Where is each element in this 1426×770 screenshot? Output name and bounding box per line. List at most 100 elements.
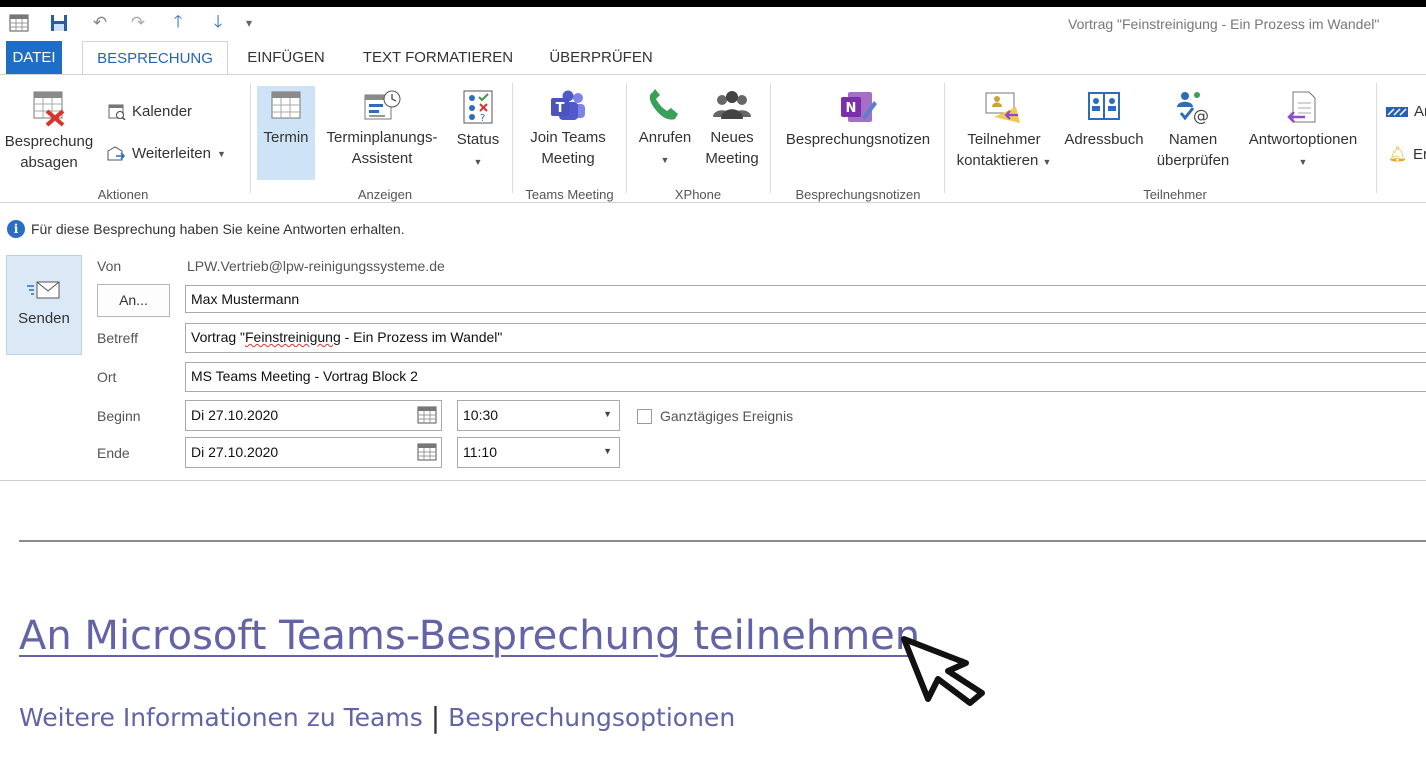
end-label: Ende: [97, 445, 130, 461]
customize-toolbar-icon[interactable]: ▾: [240, 11, 258, 35]
group-label-anzeigen: Anzeigen: [357, 187, 413, 202]
address-book-button[interactable]: Adressbuch: [1058, 89, 1150, 150]
from-value: LPW.Vertrieb@lpw-reinigungssysteme.de: [187, 258, 445, 274]
link-separator: |: [430, 701, 441, 734]
scheduling-assistant-icon: [364, 90, 401, 120]
send-button[interactable]: Senden: [6, 255, 82, 355]
svg-text:T: T: [556, 101, 565, 116]
undo-icon[interactable]: ↶: [88, 11, 112, 35]
scheduling-assistant-label-1: Terminplanungs-: [326, 129, 438, 146]
to-field[interactable]: Max Mustermann: [185, 285, 1426, 313]
cancel-meeting-button[interactable]: Besprechung absagen: [0, 89, 98, 173]
redo-icon[interactable]: ↷: [126, 11, 150, 35]
response-options-button[interactable]: Antwortoptionen ▼: [1238, 89, 1368, 173]
location-field[interactable]: MS Teams Meeting - Vortrag Block 2: [185, 362, 1426, 392]
forward-button[interactable]: Weiterleiten ▼: [106, 145, 226, 162]
check-names-button[interactable]: @ Namen überprüfen: [1150, 89, 1236, 171]
cut-off-ribbon-label-1: An: [1414, 103, 1426, 120]
end-date-field[interactable]: Di 27.10.2020: [185, 437, 442, 468]
teams-icon: T: [551, 90, 585, 120]
ribbon-separator: [770, 83, 771, 193]
meeting-notes-button[interactable]: N Besprechungsnotizen: [776, 89, 940, 150]
all-day-checkbox-row[interactable]: Ganztägiges Ereignis: [637, 408, 793, 424]
chevron-down-icon[interactable]: ▼: [603, 446, 612, 456]
forward-icon: [107, 145, 126, 160]
app-calendar-icon[interactable]: [6, 11, 32, 35]
start-time-select[interactable]: 10:30 ▼: [457, 400, 620, 431]
status-icon: ?: [463, 90, 493, 124]
chevron-down-icon[interactable]: ▼: [603, 409, 612, 419]
start-time-value: 10:30: [463, 407, 499, 423]
cut-off-ribbon-item-1[interactable]: An: [1386, 103, 1426, 120]
svg-text:N: N: [846, 101, 857, 116]
termin-label: Termin: [263, 129, 309, 146]
forward-dropdown-icon[interactable]: ▼: [217, 149, 226, 159]
start-date-value: Di 27.10.2020: [191, 407, 279, 423]
scheduling-assistant-button[interactable]: Terminplanungs- Assistent: [318, 89, 446, 169]
end-time-select[interactable]: 11:10 ▼: [457, 437, 620, 468]
subject-text-start: Vortrag ": [191, 329, 245, 345]
termin-button[interactable]: Termin: [257, 86, 315, 180]
cancel-meeting-icon: [33, 91, 65, 127]
call-label: Anrufen: [638, 129, 692, 146]
tab-einfuegen[interactable]: EINFÜGEN: [238, 41, 334, 74]
status-dropdown-icon[interactable]: ▼: [474, 157, 483, 167]
mouse-pointer-icon: [901, 636, 985, 706]
join-teams-label-2: Meeting: [541, 150, 595, 167]
response-options-dropdown-icon[interactable]: ▼: [1299, 157, 1308, 167]
calendar-button[interactable]: Kalender: [108, 103, 192, 120]
address-book-label: Adressbuch: [1064, 131, 1144, 148]
onenote-icon: N: [841, 92, 877, 122]
to-button[interactable]: An...: [97, 284, 170, 317]
info-message: Für diese Besprechung haben Sie keine An…: [31, 221, 405, 237]
response-options-label: Antwortoptionen: [1248, 131, 1358, 148]
svg-text:@: @: [1193, 106, 1209, 125]
contact-attendees-button[interactable]: Teilnehmer kontaktieren ▼: [950, 89, 1058, 173]
contact-attendees-dropdown-icon[interactable]: ▼: [1042, 157, 1051, 167]
cut-off-ribbon-item-2[interactable]: 🔔︎ Er: [1388, 145, 1426, 164]
subject-misspelled-word: Feinstreinigung: [245, 329, 341, 345]
join-teams-meeting-button[interactable]: T Join Teams Meeting: [516, 89, 620, 169]
status-button[interactable]: ? Status ▼: [450, 89, 506, 173]
location-label: Ort: [97, 369, 117, 385]
new-meeting-button[interactable]: Neues Meeting: [700, 89, 764, 169]
phone-icon: [649, 89, 678, 120]
previous-item-arrow-icon[interactable]: 🡑: [166, 11, 190, 35]
call-button[interactable]: Anrufen ▼: [632, 89, 698, 171]
all-day-checkbox[interactable]: [637, 408, 652, 424]
tab-ueberpruefen[interactable]: ÜBERPRÜFEN: [540, 41, 662, 74]
ribbon-separator: [1376, 83, 1377, 193]
date-picker-icon[interactable]: [417, 443, 437, 461]
check-names-icon: @: [1177, 92, 1209, 125]
subject-label: Betreff: [97, 330, 138, 346]
meeting-notes-label: Besprechungsnotizen: [785, 131, 931, 148]
all-day-label: Ganztägiges Ereignis: [660, 408, 794, 424]
body-horizontal-rule: [19, 540, 1426, 542]
join-teams-label-1: Join Teams: [530, 129, 606, 146]
meeting-options-link[interactable]: Besprechungsoptionen: [448, 703, 735, 732]
send-envelope-icon: [27, 281, 60, 299]
tab-besprechung[interactable]: BESPRECHUNG: [82, 41, 228, 75]
date-picker-icon[interactable]: [417, 406, 437, 424]
outlook-meeting-window: ↶ ↷ 🡑 🡓 ▾ Vortrag "Feinstreinigung - Ein…: [0, 7, 1426, 770]
status-label: Status: [456, 131, 500, 148]
teams-info-link[interactable]: Weitere Informationen zu Teams: [19, 703, 423, 732]
tab-text-formatieren[interactable]: TEXT FORMATIEREN: [352, 41, 524, 74]
save-icon[interactable]: [46, 11, 72, 35]
scheduling-assistant-label-2: Assistent: [351, 150, 413, 167]
ribbon-tabs: DATEI BESPRECHUNG EINFÜGEN TEXT FORMATIE…: [0, 41, 1426, 75]
next-item-arrow-icon[interactable]: 🡓: [206, 11, 230, 35]
reminder-bell-icon: 🔔︎: [1388, 146, 1408, 163]
window-title: Vortrag "Feinstreinigung - Ein Prozess i…: [1068, 16, 1380, 32]
new-meeting-label-1: Neues: [710, 129, 754, 146]
call-dropdown-icon[interactable]: ▼: [661, 155, 670, 165]
address-book-icon: [1088, 92, 1120, 120]
join-teams-meeting-link[interactable]: An Microsoft Teams-Besprechung teilnehme…: [19, 613, 920, 659]
svg-text:?: ?: [480, 113, 485, 124]
subject-field[interactable]: Vortrag "Feinstreinigung - Ein Prozess i…: [185, 323, 1426, 353]
check-names-label-1: Namen: [1168, 131, 1218, 148]
start-date-field[interactable]: Di 27.10.2020: [185, 400, 442, 431]
cancel-meeting-label-1: Besprechung: [4, 133, 94, 150]
tab-datei[interactable]: DATEI: [6, 41, 62, 74]
contact-attendees-icon: [985, 92, 1020, 123]
